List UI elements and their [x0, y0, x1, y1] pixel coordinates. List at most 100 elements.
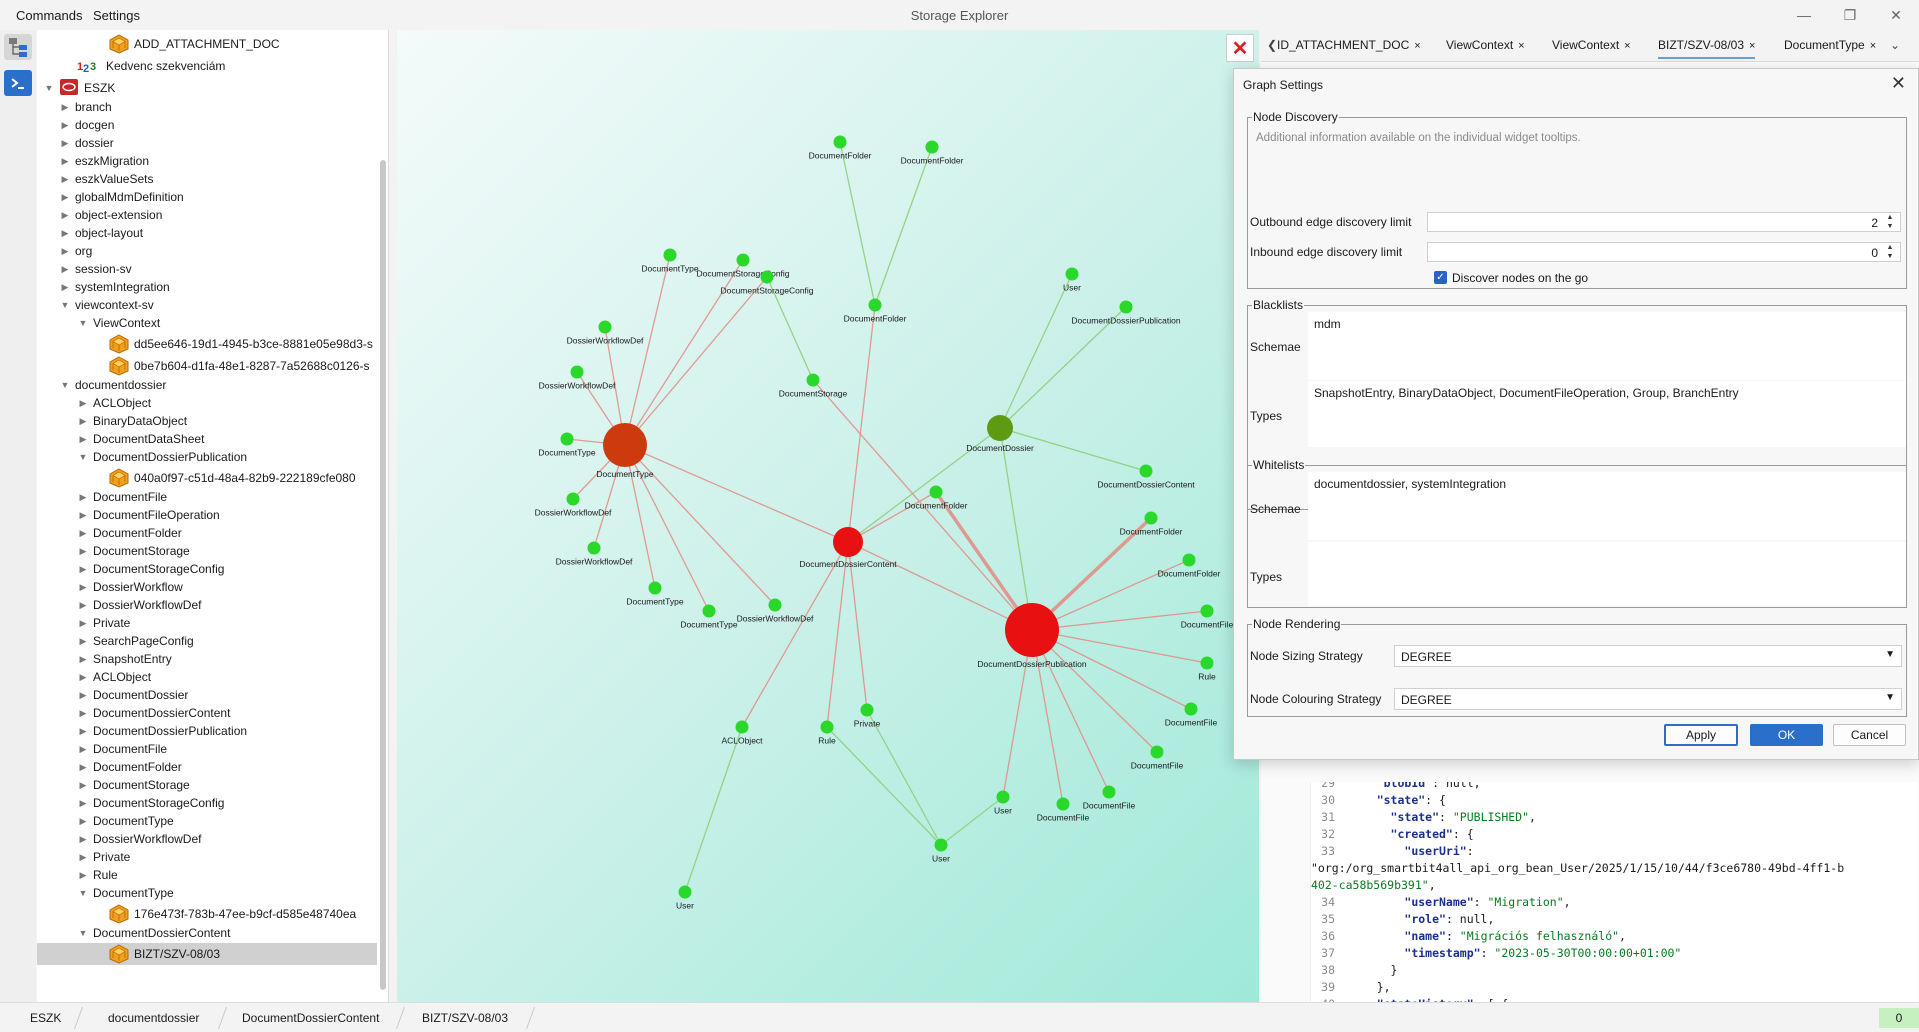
graph-node[interactable]: DocumentFolder [844, 298, 907, 324]
graph-node-circle[interactable] [987, 415, 1013, 441]
tree-row[interactable]: ▶ branch [37, 98, 377, 116]
graph-node-circle[interactable] [648, 581, 662, 595]
graph-node[interactable]: ACLObject [721, 720, 763, 746]
graph-node[interactable]: DocumentFile [1037, 797, 1090, 823]
tree-row[interactable]: ▶ DocumentFile [37, 488, 377, 506]
tree-row[interactable]: ▼ DocumentDossierContent [37, 924, 377, 942]
tab-close-icon[interactable]: × [1870, 40, 1876, 52]
graph-node-circle[interactable] [566, 492, 580, 506]
outbound-limit-spinner[interactable]: 2 ▲ ▼ [1427, 212, 1901, 232]
collapse-arrow-icon[interactable]: ▶ [77, 416, 89, 427]
collapse-arrow-icon[interactable]: ▶ [77, 434, 89, 445]
breadcrumb-item[interactable]: DocumentDossierContent [242, 1011, 379, 1025]
menu-commands[interactable]: Commands [16, 8, 82, 23]
tab-scroll-left-icon[interactable]: ❮ [1267, 38, 1277, 52]
graph-node[interactable]: DocumentFile [1181, 604, 1234, 630]
close-graph-icon[interactable]: ✕ [1226, 34, 1254, 62]
collapse-arrow-icon[interactable]: ▶ [59, 174, 71, 185]
graph-node[interactable]: Private [854, 703, 881, 729]
breadcrumb-item[interactable]: documentdossier [108, 1011, 199, 1025]
editor-tab[interactable]: BIZT/SZV-08/03 × [1658, 38, 1756, 59]
tree-row[interactable]: ▶ eszkMigration [37, 152, 377, 170]
tree-row[interactable]: 0be7b604-d1fa-48e1-8287-7a52688c0126-s [37, 355, 377, 377]
tree-row[interactable]: ▶ session-sv [37, 260, 377, 278]
collapse-arrow-icon[interactable]: ▶ [77, 744, 89, 755]
tree-row[interactable]: ▶ DocumentType [37, 812, 377, 830]
tree-scrollbar[interactable] [380, 160, 386, 990]
tree-row[interactable]: ▼ ESZK [37, 77, 377, 99]
graph-node[interactable]: DocumentDossierContent [1097, 464, 1195, 490]
graph-node-circle[interactable] [1139, 464, 1153, 478]
tree-row[interactable]: ▶ org [37, 242, 377, 260]
tree-row[interactable]: ▶ DocumentDossier [37, 686, 377, 704]
json-editor[interactable]: 29 "blobId": null, 30 "state": {31 "state… [1310, 782, 1918, 1026]
graph-node-circle[interactable] [587, 541, 601, 555]
tree-row[interactable]: ▶ eszkValueSets [37, 170, 377, 188]
collapse-arrow-icon[interactable]: ▶ [77, 546, 89, 557]
inbound-limit-spinner[interactable]: 0 ▲ ▼ [1427, 242, 1901, 262]
graph-node[interactable]: User [932, 838, 950, 864]
tree-row[interactable]: ▶ DossierWorkflowDef [37, 830, 377, 848]
tree-row[interactable]: ▶ dossier [37, 134, 377, 152]
graph-node[interactable]: DocumentDossier [966, 415, 1034, 453]
graph-node[interactable]: DocumentDossierPublication [1071, 300, 1181, 326]
collapse-arrow-icon[interactable]: ▶ [77, 834, 89, 845]
collapse-arrow-icon[interactable]: ▶ [77, 726, 89, 737]
tree-row[interactable]: ▶ ACLObject [37, 668, 377, 686]
graph-node-circle[interactable] [1056, 797, 1070, 811]
expand-arrow-icon[interactable]: ▼ [59, 300, 71, 310]
graph-node[interactable]: DocumentType [680, 604, 738, 630]
graph-node-circle[interactable] [806, 373, 820, 387]
blacklist-schemae-input[interactable]: mdm [1308, 312, 1906, 380]
graph-node-circle[interactable] [934, 838, 948, 852]
whitelist-schemae-input[interactable]: documentdossier, systemIntegration [1308, 472, 1906, 540]
collapse-arrow-icon[interactable]: ▶ [77, 618, 89, 629]
collapse-arrow-icon[interactable]: ▶ [59, 246, 71, 257]
graph-node-circle[interactable] [1144, 511, 1158, 525]
graph-node[interactable]: DocumentFolder [905, 485, 968, 511]
collapse-arrow-icon[interactable]: ▶ [77, 582, 89, 593]
graph-node-circle[interactable] [833, 527, 863, 557]
tree-row[interactable]: dd5ee646-19d1-4945-b3ce-8881e05e98d3-s [37, 333, 377, 355]
graph-node-circle[interactable] [1102, 785, 1116, 799]
tree-row[interactable]: ▼ DocumentType [37, 884, 377, 902]
graph-node[interactable]: DocumentType [626, 581, 684, 607]
graph-node-circle[interactable] [1200, 604, 1214, 618]
collapse-arrow-icon[interactable]: ▶ [59, 192, 71, 203]
graph-node[interactable]: DossierWorkflowDef [567, 320, 644, 346]
graph-node-circle[interactable] [678, 885, 692, 899]
collapse-arrow-icon[interactable]: ▶ [77, 600, 89, 611]
tree-row[interactable]: ▶ DocumentDossierPublication [37, 722, 377, 740]
graph-node[interactable]: DocumentFolder [1120, 511, 1183, 537]
tree-row[interactable]: ▼ viewcontext-sv [37, 296, 377, 314]
graph-node-circle[interactable] [560, 432, 574, 446]
graph-node-circle[interactable] [1119, 300, 1133, 314]
tree-row[interactable]: ▶ DocumentDataSheet [37, 430, 377, 448]
graph-node[interactable]: DossierWorkflowDef [737, 598, 814, 624]
collapse-arrow-icon[interactable]: ▶ [77, 780, 89, 791]
tree-row[interactable]: ▼ DocumentDossierPublication [37, 448, 377, 466]
restore-icon[interactable]: ❐ [1827, 0, 1873, 30]
tree-row[interactable]: ▶ object-extension [37, 206, 377, 224]
collapse-arrow-icon[interactable]: ▶ [77, 636, 89, 647]
graph-node-circle[interactable] [1065, 267, 1079, 281]
graph-node[interactable]: DocumentStorage [779, 373, 848, 399]
collapse-arrow-icon[interactable]: ▶ [59, 228, 71, 239]
graph-node-circle[interactable] [736, 253, 750, 267]
graph-node[interactable]: DocumentFile [1131, 745, 1184, 771]
tree-row[interactable]: ▼ documentdossier [37, 376, 377, 394]
tree-row[interactable]: ▶ docgen [37, 116, 377, 134]
graph-canvas[interactable]: DocumentFolder DocumentFolder DocumentType… [397, 30, 1259, 1002]
graph-node[interactable]: DossierWorkflowDef [539, 365, 616, 391]
graph-node-circle[interactable] [735, 720, 749, 734]
collapse-arrow-icon[interactable]: ▶ [59, 120, 71, 131]
expand-arrow-icon[interactable]: ▼ [77, 928, 89, 938]
tree-row[interactable]: ▶ DossierWorkflow [37, 578, 377, 596]
editor-tab[interactable]: DocumentType × [1784, 38, 1876, 52]
graph-node-circle[interactable] [996, 790, 1010, 804]
graph-node-circle[interactable] [925, 140, 939, 154]
tree-row[interactable]: ▶ Private [37, 848, 377, 866]
tree-row[interactable]: ADD_ATTACHMENT_DOC [37, 33, 377, 55]
tab-close-icon[interactable]: × [1518, 40, 1524, 52]
graph-node[interactable]: DocumentFolder [1158, 553, 1221, 579]
